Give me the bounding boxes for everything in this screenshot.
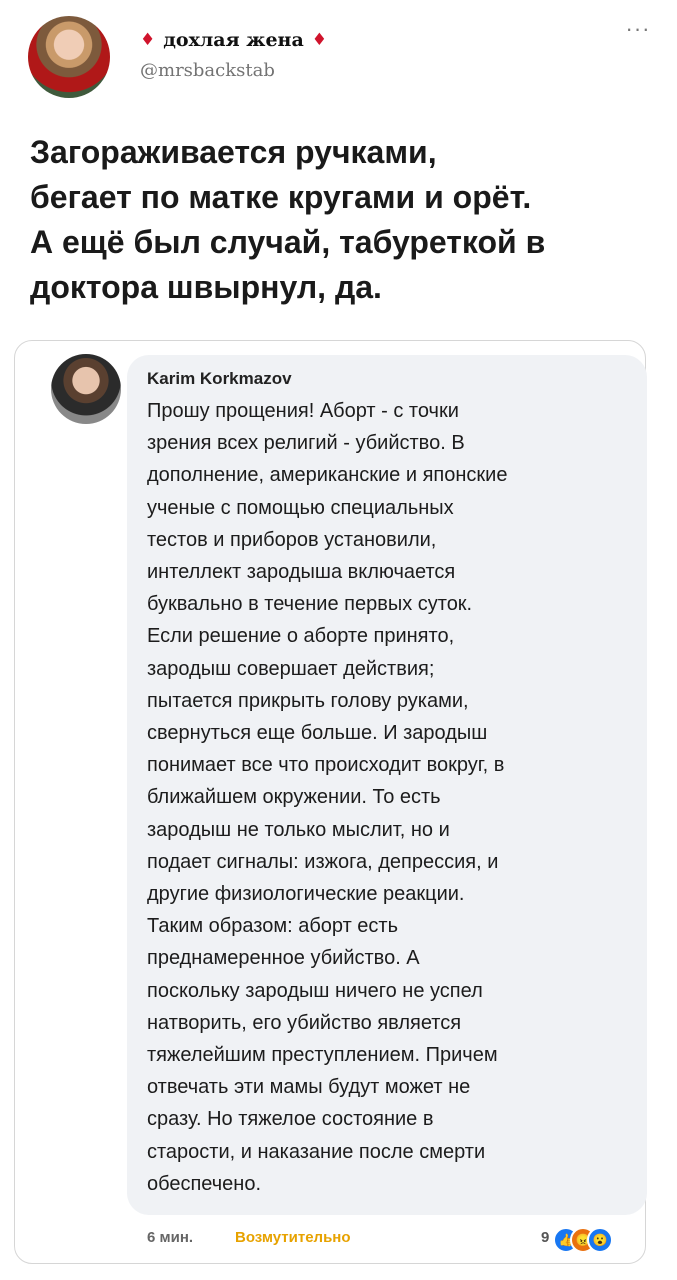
red-diamond-icon: ♦: [311, 30, 328, 50]
red-diamond-icon: ♦: [140, 30, 156, 50]
comment-bubble: Karim Korkmazov Прошу прощения! Аборт - …: [127, 355, 647, 1215]
comment-time: 6 мин.: [147, 1229, 194, 1246]
reaction-label: Возмутительно: [235, 1229, 351, 1246]
comment-text: Прошу прощения! Аборт - с точки зрения в…: [147, 400, 508, 1195]
commenter-name: Karim Korkmazov: [147, 369, 292, 388]
commenter-avatar: [51, 354, 121, 424]
author-display-name[interactable]: ♦ дохлая жена ♦: [140, 26, 327, 54]
more-options-icon[interactable]: ···: [618, 18, 658, 44]
tweet-text: Загораживается ручками, бегает по матке …: [30, 134, 546, 305]
embedded-screenshot: Karim Korkmazov Прошу прощения! Аборт - …: [14, 340, 647, 1264]
comment-meta: 6 мин. Возмутительно 9 👍 😠 😮: [143, 1223, 643, 1253]
reaction-count: 9: [541, 1229, 550, 1246]
author-handle[interactable]: @mrsbackstab: [140, 60, 275, 81]
reaction-icon: 😮: [587, 1227, 613, 1253]
reaction-icons: 👍 😠 😮: [553, 1225, 633, 1253]
tweet-header: ♦ дохлая жена ♦ @mrsbackstab ···: [0, 0, 677, 110]
author-avatar[interactable]: [28, 16, 110, 98]
author-name-text: дохлая жена: [163, 29, 304, 51]
